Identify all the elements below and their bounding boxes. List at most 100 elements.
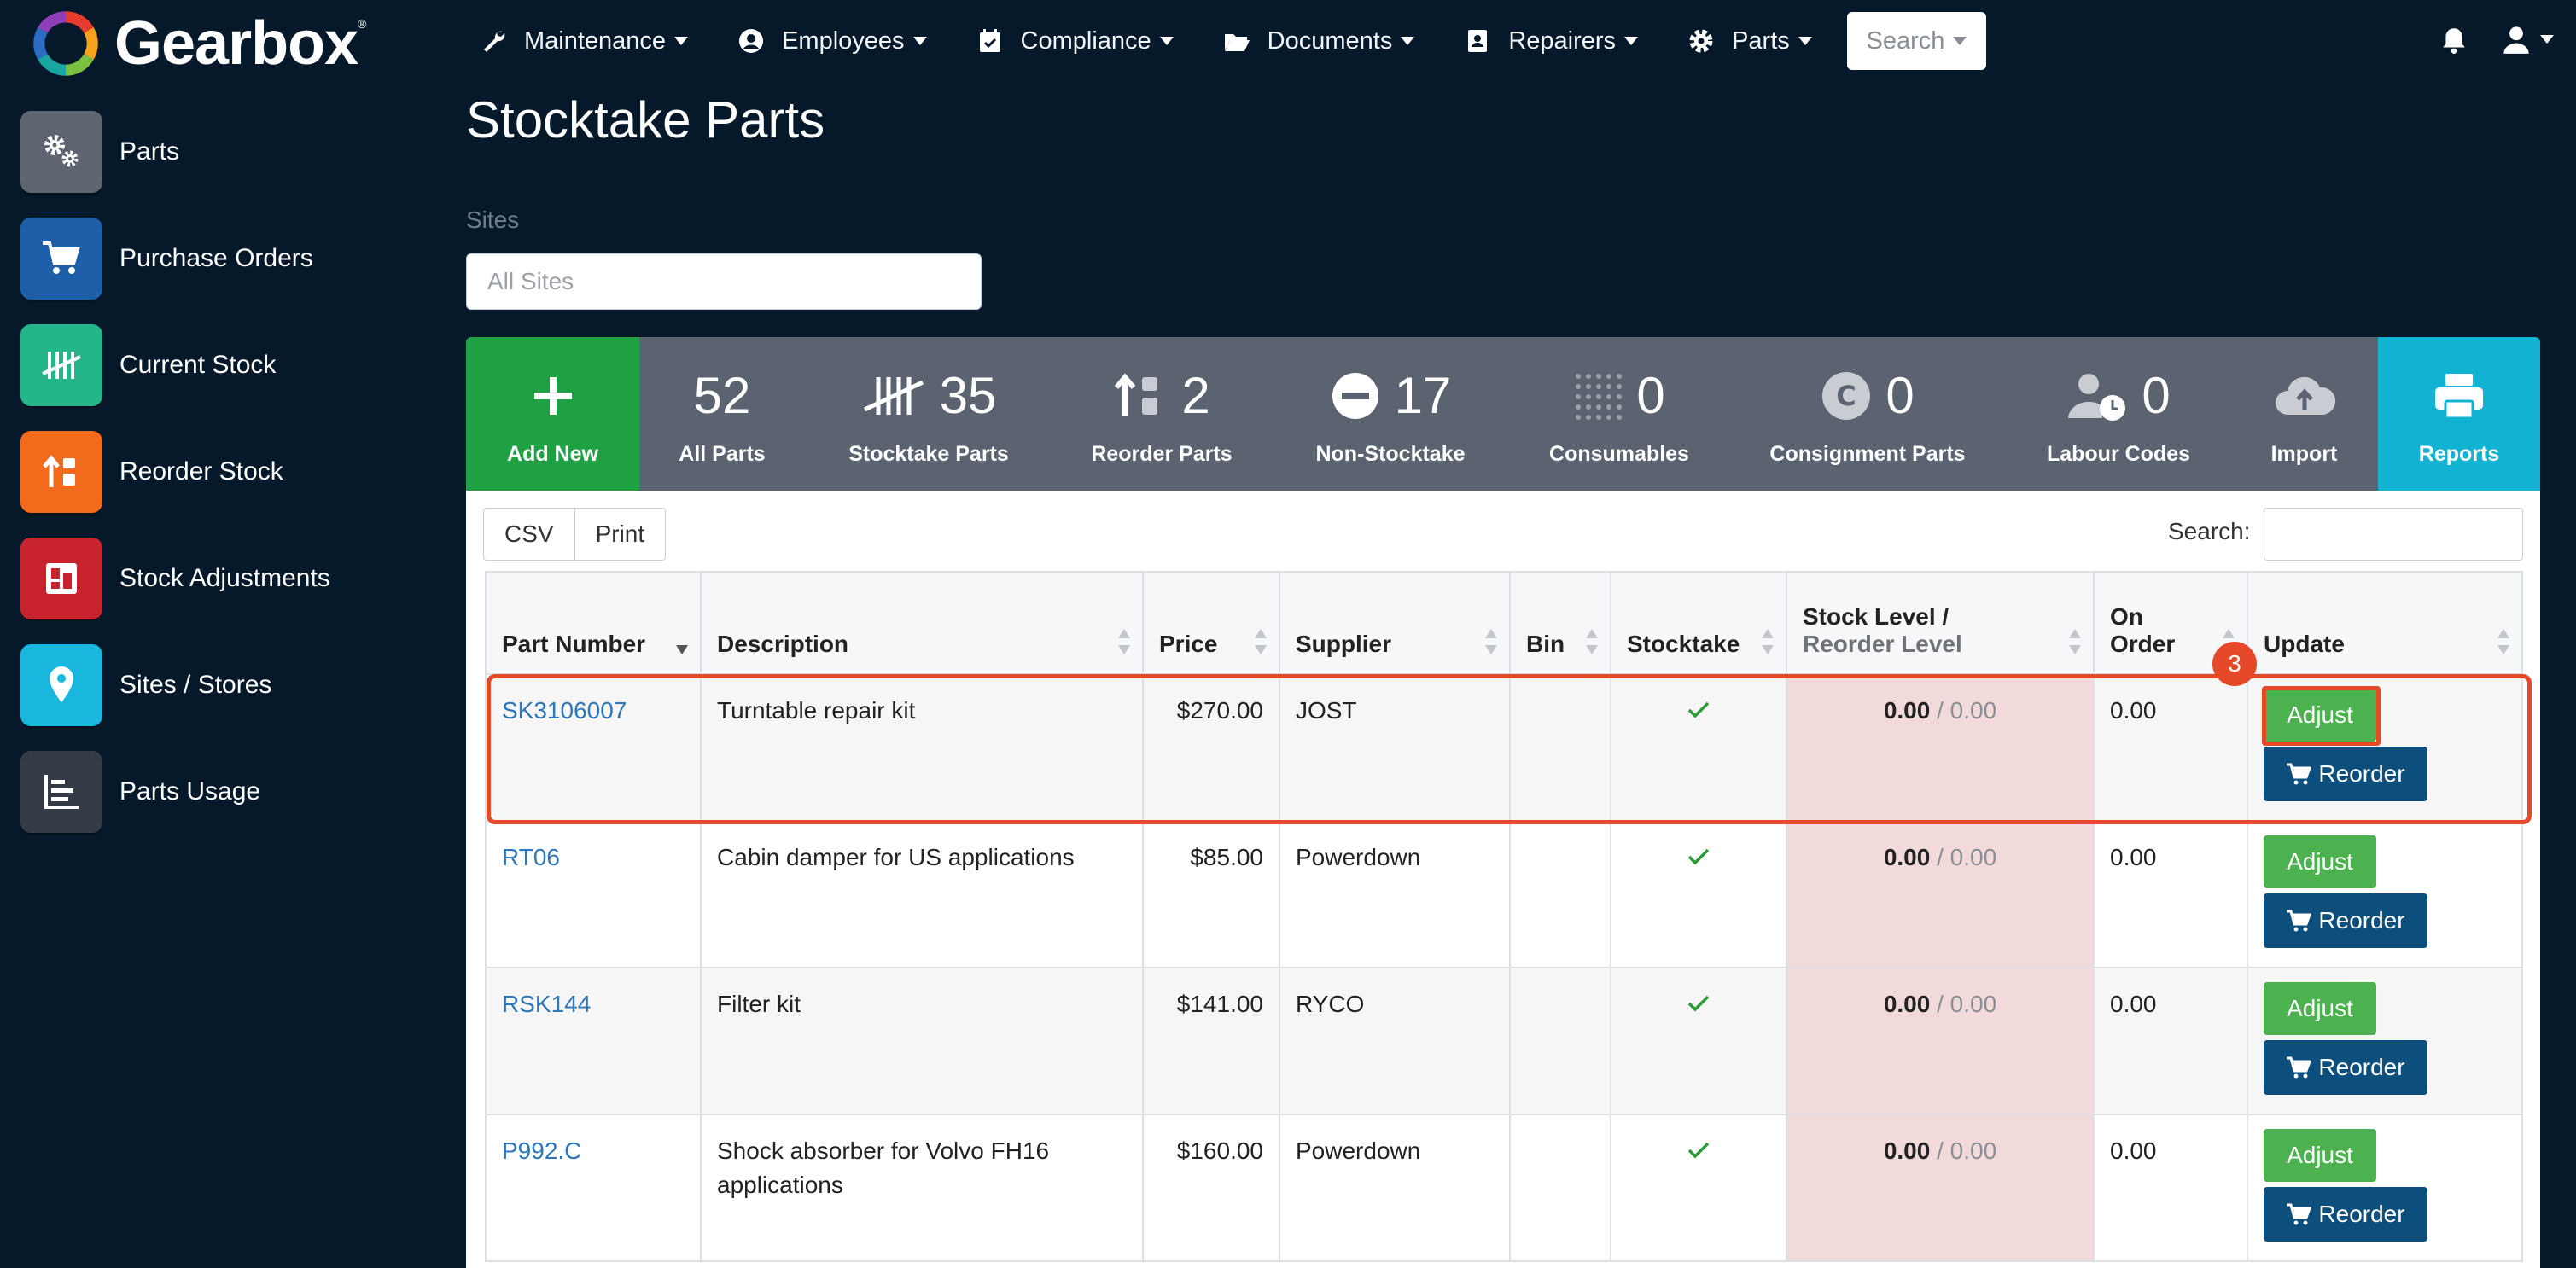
bar-chart-icon [20, 751, 102, 833]
reorder-button[interactable]: Reorder [2264, 1187, 2427, 1242]
sidebar-item-reorder-stock[interactable]: Reorder Stock [20, 431, 464, 513]
part-link[interactable]: RT06 [502, 844, 560, 870]
sidebar-item-sites-stores[interactable]: Sites / Stores [20, 644, 464, 726]
nav-maintenance[interactable]: Maintenance [480, 27, 689, 55]
parts-table-panel: CSV Print Search: Part Number Descriptio… [466, 491, 2540, 1268]
cell-stock-level: 0.00 / 0.00 [1786, 1114, 2095, 1262]
cell-update: Adjust Reorder [2247, 820, 2523, 968]
svg-text:C: C [1837, 380, 1856, 412]
check-icon [1687, 995, 1710, 1012]
sidebar-item-label: Parts [119, 137, 180, 166]
print-button[interactable]: Print [574, 508, 667, 561]
cloud-upload-icon [2275, 376, 2335, 415]
main-nav: Maintenance Employees Compliance Documen… [480, 0, 1862, 82]
tile-consignment-parts[interactable]: C 0 Consignment Parts [1728, 337, 2007, 491]
table-row: P992.C Shock absorber for Volvo FH16 app… [485, 1114, 2523, 1262]
adjust-button[interactable]: Adjust [2264, 1129, 2376, 1182]
nav-employees[interactable]: Employees [737, 26, 927, 55]
sidebar-item-current-stock[interactable]: Current Stock [20, 324, 464, 406]
adjust-button[interactable]: Adjust [2264, 982, 2376, 1035]
search-label: Search [1866, 26, 1945, 55]
reorder-button[interactable]: Reorder [2264, 893, 2427, 948]
nav-label: Documents [1267, 26, 1393, 55]
sort-icon [1485, 629, 1497, 654]
col-part-number[interactable]: Part Number [485, 571, 702, 675]
cell-stocktake [1610, 967, 1787, 1115]
cell-price: $160.00 [1142, 1114, 1280, 1262]
tile-label: Add New [507, 441, 598, 466]
caret-down-icon [674, 37, 689, 45]
nav-label: Compliance [1020, 26, 1151, 55]
cart-icon [20, 218, 102, 300]
col-bin[interactable]: Bin [1509, 571, 1611, 675]
step-badge: 3 [2212, 642, 2257, 686]
tile-label: Labour Codes [2046, 441, 2191, 466]
nav-documents[interactable]: Documents [1223, 27, 1415, 55]
cell-supplier: Powerdown [1279, 820, 1511, 968]
sidebar: Parts Purchase Orders Current Stock Reor… [20, 111, 464, 858]
col-supplier[interactable]: Supplier [1279, 571, 1511, 675]
cell-update: Adjust Reorder [2247, 673, 2523, 822]
reorder-button[interactable]: Reorder [2264, 1040, 2427, 1095]
bell-icon[interactable] [2439, 26, 2468, 55]
tile-all-parts[interactable]: 52 All Parts [639, 337, 805, 491]
caret-down-icon [1798, 37, 1812, 45]
sort-icon [1762, 629, 1774, 654]
sidebar-item-stock-adjustments[interactable]: Stock Adjustments [20, 538, 464, 619]
col-update[interactable]: Update [2247, 571, 2523, 675]
cell-update: Adjust Reorder [2247, 1114, 2523, 1262]
cell-on-order: 0.00 [2093, 673, 2248, 822]
cell-stock-level: 0.00 / 0.00 [1786, 673, 2095, 822]
tile-reorder-parts[interactable]: 2 Reorder Parts [1052, 337, 1271, 491]
tile-labour-codes[interactable]: 0 Labour Codes [2007, 337, 2230, 491]
reorder-icon [20, 431, 102, 513]
col-stock-level[interactable]: Stock Level / Reorder Level [1786, 571, 2095, 675]
tile-label: Non-Stocktake [1315, 441, 1466, 466]
add-new-button[interactable]: Add New [466, 337, 639, 491]
cell-on-order: 0.00 [2093, 1114, 2248, 1262]
adjust-button[interactable]: Adjust [2264, 835, 2376, 888]
consignment-c-icon: C [1822, 371, 1871, 420]
part-link[interactable]: P992.C [502, 1137, 581, 1164]
col-price[interactable]: Price [1142, 571, 1280, 675]
cell-bin [1509, 967, 1611, 1115]
tile-import[interactable]: Import [2230, 337, 2378, 491]
col-stocktake[interactable]: Stocktake [1610, 571, 1787, 675]
folder-open-icon [1224, 34, 1250, 51]
user-clock-icon [2068, 373, 2126, 421]
tile-consumables[interactable]: 0 Consumables [1510, 337, 1728, 491]
user-menu[interactable] [2501, 24, 2554, 55]
sidebar-item-label: Sites / Stores [119, 671, 272, 699]
sort-desc-icon [676, 629, 688, 654]
col-description[interactable]: Description [700, 571, 1144, 675]
tile-non-stocktake[interactable]: 17 Non-Stocktake [1271, 337, 1510, 491]
nav-parts[interactable]: Parts [1687, 27, 1812, 55]
cell-supplier: JOST [1279, 673, 1511, 822]
nav-repairers[interactable]: Repairers [1464, 27, 1639, 55]
tile-stocktake-parts[interactable]: 35 Stocktake Parts [805, 337, 1052, 491]
cell-bin [1509, 820, 1611, 968]
nav-label: Employees [782, 26, 905, 55]
map-pin-icon [20, 644, 102, 726]
sidebar-item-parts[interactable]: Parts [20, 111, 464, 193]
csv-button[interactable]: CSV [483, 508, 575, 561]
sites-select[interactable]: All Sites [466, 253, 982, 310]
table-search-input[interactable] [2264, 508, 2523, 561]
sidebar-item-purchase-orders[interactable]: Purchase Orders [20, 218, 464, 300]
plus-icon [533, 376, 572, 415]
reports-button[interactable]: Reports [2378, 337, 2540, 491]
part-link[interactable]: RSK144 [502, 991, 591, 1017]
tile-label: Stocktake Parts [848, 441, 1009, 466]
sidebar-item-parts-usage[interactable]: Parts Usage [20, 751, 464, 833]
cart-icon [2287, 910, 2312, 932]
table-row: RT06 Cabin damper for US applications $8… [485, 820, 2523, 968]
reorder-button[interactable]: Reorder [2264, 747, 2427, 801]
part-link[interactable]: SK3106007 [502, 697, 627, 724]
brand-logo[interactable]: Gearbox® [31, 9, 366, 79]
global-search-dropdown[interactable]: Search [1847, 12, 1986, 70]
caret-down-icon [1624, 37, 1639, 45]
adjust-button[interactable]: Adjust [2264, 689, 2376, 742]
nav-compliance[interactable]: Compliance [976, 27, 1174, 55]
cell-price: $85.00 [1142, 820, 1280, 968]
sidebar-item-label: Stock Adjustments [119, 564, 330, 592]
